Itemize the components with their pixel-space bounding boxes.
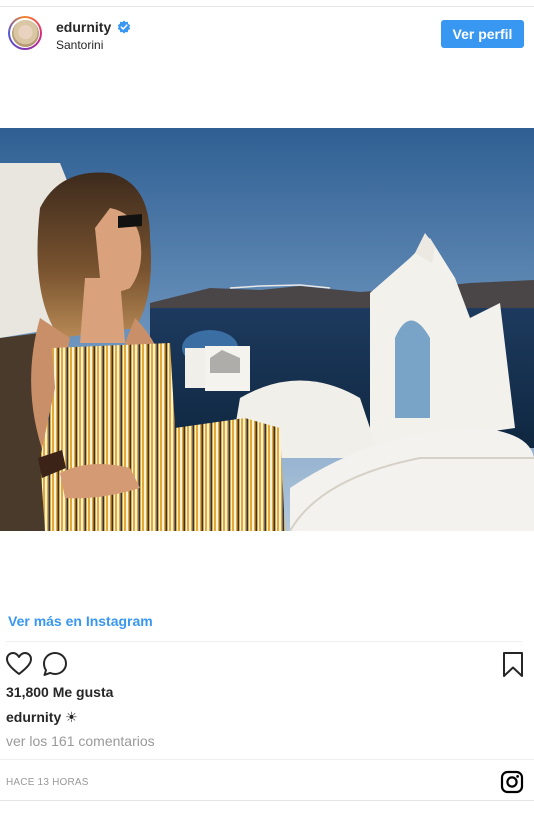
post-header: edurnity Santorini Ver perfil <box>0 8 534 60</box>
post-actions <box>0 648 534 678</box>
bottom-border <box>0 800 534 801</box>
post-photo[interactable] <box>0 128 534 531</box>
caption-text: ☀ <box>65 709 78 725</box>
view-profile-button[interactable]: Ver perfil <box>441 20 524 48</box>
username[interactable]: edurnity <box>56 19 111 35</box>
location-link[interactable]: Santorini <box>56 38 103 52</box>
santorini-photo <box>0 128 534 531</box>
instagram-embed-card: edurnity Santorini Ver perfil Ver más en… <box>0 0 534 815</box>
top-border <box>0 6 534 7</box>
avatar[interactable] <box>8 16 42 50</box>
divider <box>0 759 534 760</box>
heart-icon[interactable] <box>5 650 33 678</box>
view-comments-link[interactable]: ver los 161 comentarios <box>6 733 155 749</box>
avatar-photo <box>11 19 39 47</box>
comment-bubble-icon[interactable] <box>41 650 69 678</box>
post-caption: edurnity ☀ <box>6 709 78 726</box>
verified-badge-icon <box>117 20 131 34</box>
instagram-logo-icon[interactable] <box>500 770 524 794</box>
view-more-on-instagram-link[interactable]: Ver más en Instagram <box>8 613 153 629</box>
like-count[interactable]: 31,800 Me gusta <box>6 684 113 700</box>
divider <box>6 641 522 642</box>
bookmark-icon[interactable] <box>499 650 527 678</box>
caption-username[interactable]: edurnity <box>6 709 61 725</box>
post-timestamp[interactable]: HACE 13 HORAS <box>6 777 89 788</box>
